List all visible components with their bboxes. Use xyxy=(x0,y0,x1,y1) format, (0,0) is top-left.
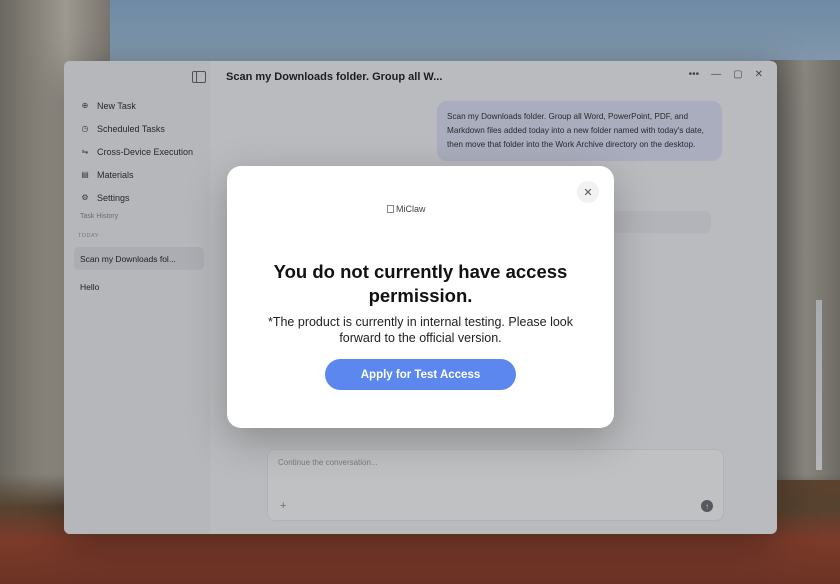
dialog-subtitle: *The product is currently in internal te… xyxy=(267,315,574,345)
close-icon[interactable]: ✕ xyxy=(577,181,599,203)
logo-alt-text: MiClaw xyxy=(396,204,426,214)
apply-test-access-button[interactable]: Apply for Test Access xyxy=(325,359,516,390)
broken-image-icon xyxy=(387,205,394,213)
access-permission-dialog: ✕ MiClaw You do not currently have acces… xyxy=(227,166,614,428)
dialog-title: You do not currently have access permiss… xyxy=(273,261,568,306)
miclaw-logo: MiClaw xyxy=(387,204,426,214)
